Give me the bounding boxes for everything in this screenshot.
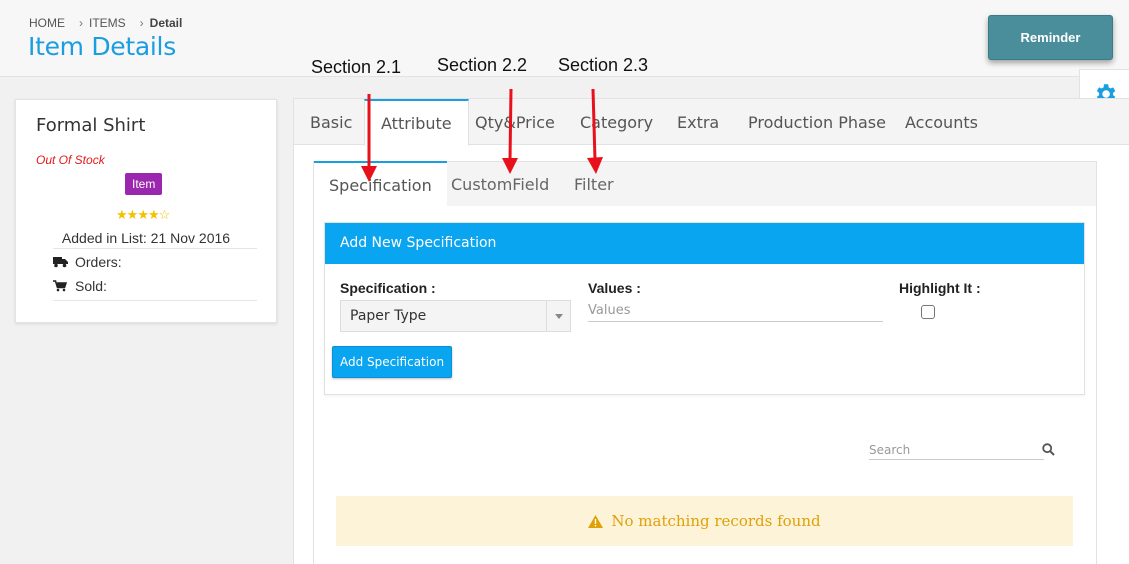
added-label: Added in List:	[61, 230, 147, 246]
breadcrumb-home[interactable]: HOME	[29, 16, 65, 30]
sold-label: Sold:	[75, 278, 107, 294]
breadcrumb-separator-icon: ›	[139, 16, 144, 30]
breadcrumb-items[interactable]: ITEMS	[89, 16, 126, 30]
cart-icon	[53, 280, 69, 292]
item-type-badge: Item	[125, 173, 163, 195]
tab-extra[interactable]: Extra	[677, 113, 719, 132]
values-label: Values :	[588, 280, 641, 296]
tab-accounts[interactable]: Accounts	[905, 113, 978, 132]
highlight-checkbox[interactable]	[921, 305, 935, 319]
tab-basic[interactable]: Basic	[310, 113, 352, 132]
values-input[interactable]	[588, 300, 883, 322]
reminder-button[interactable]: Reminder	[988, 15, 1113, 60]
annotation-section-2-3: Section 2.3	[558, 55, 649, 75]
truck-icon	[53, 256, 69, 268]
form-heading: Add New Specification	[325, 223, 1084, 264]
added-date: 21 Nov 2016	[150, 230, 231, 246]
caret-down-icon	[546, 301, 570, 331]
star-filled-icon: ★	[137, 207, 149, 222]
added-in-list: Added in List: 21 Nov 2016	[16, 230, 276, 246]
item-detail-panel: Basic Attribute Qty&Price Category Extra…	[293, 98, 1129, 564]
subtab-customfield[interactable]: CustomField	[451, 175, 549, 194]
subtab-specification[interactable]: Specification	[314, 161, 447, 207]
orders-stat: Orders:	[53, 254, 122, 270]
stock-status: Out Of Stock	[36, 153, 105, 167]
star-filled-icon: ★	[126, 207, 139, 222]
empty-records-alert: No matching records found	[336, 496, 1073, 546]
main-tabs: Basic Attribute Qty&Price Category Extra…	[294, 99, 1129, 146]
specification-selected-value: Paper Type	[350, 308, 427, 324]
tab-production-phase[interactable]: Production Phase	[748, 113, 886, 132]
page-title: Item Details	[28, 32, 176, 61]
breadcrumb-current: Detail	[149, 16, 183, 30]
product-summary-card: Formal Shirt Out Of Stock Item ★★★★☆ Add…	[15, 99, 277, 323]
tab-qty-price[interactable]: Qty&Price	[475, 113, 555, 132]
rating-stars: ★★★★☆	[116, 207, 171, 223]
star-empty-icon: ☆	[158, 207, 171, 222]
annotation-section-2-1: Section 2.1	[311, 57, 402, 77]
search-icon[interactable]	[1042, 443, 1055, 461]
sold-stat: Sold:	[53, 278, 107, 294]
star-filled-icon: ★	[147, 207, 160, 222]
breadcrumb-separator-icon: ›	[79, 16, 83, 30]
empty-message: No matching records found	[611, 512, 821, 530]
divider	[53, 248, 257, 249]
breadcrumb: HOME › ITEMS › Detail	[29, 16, 182, 30]
add-specification-button[interactable]: Add Specification	[332, 346, 452, 378]
search-input[interactable]	[869, 440, 1044, 460]
annotation-section-2-2: Section 2.2	[437, 55, 528, 75]
specification-select[interactable]: Paper Type	[340, 300, 571, 332]
subtab-filter[interactable]: Filter	[574, 175, 614, 194]
tab-category[interactable]: Category	[580, 113, 653, 132]
attribute-panel: Specification CustomField Filter Add New…	[313, 161, 1097, 564]
specification-label: Specification :	[340, 280, 436, 296]
orders-label: Orders:	[75, 254, 122, 270]
star-filled-icon: ★	[116, 207, 128, 222]
add-specification-form: Add New Specification Specification : Pa…	[324, 222, 1085, 395]
highlight-label: Highlight It :	[899, 280, 981, 296]
tab-attribute[interactable]: Attribute	[364, 99, 469, 146]
warning-icon	[588, 514, 604, 528]
attribute-subtabs: Specification CustomField Filter	[314, 161, 1096, 207]
divider	[53, 300, 257, 301]
product-name: Formal Shirt	[36, 115, 146, 136]
